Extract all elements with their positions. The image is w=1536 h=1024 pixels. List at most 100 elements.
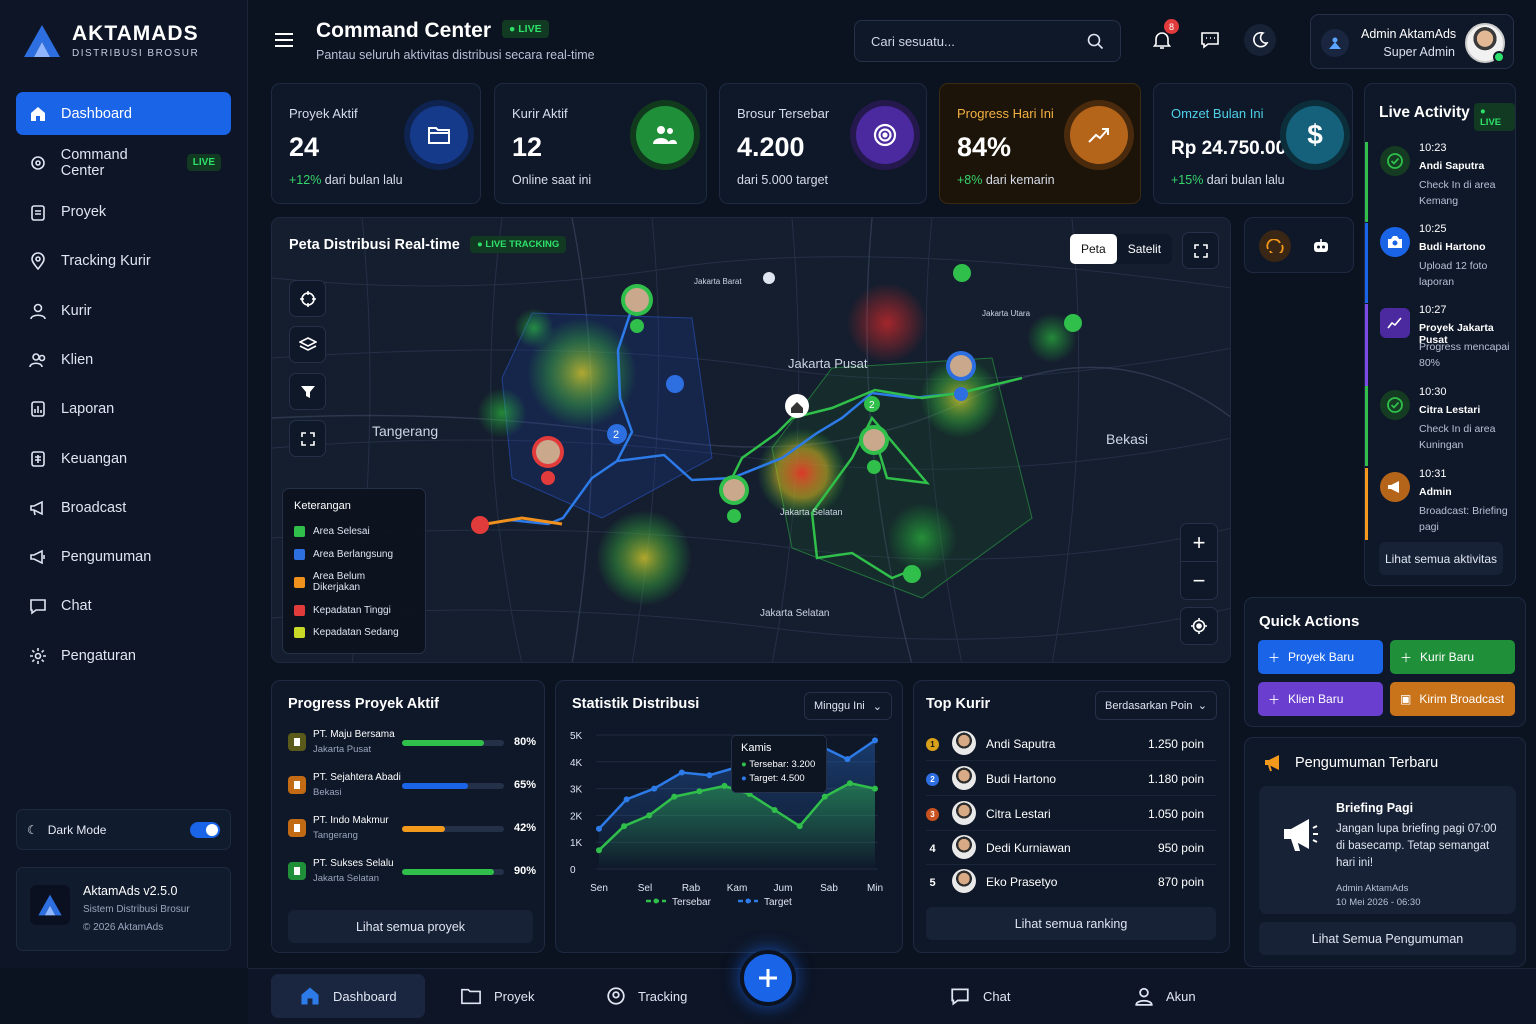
- fit-bounds-button[interactable]: [289, 420, 326, 457]
- data-point[interactable]: [623, 796, 630, 803]
- bottom-nav-chat[interactable]: Chat: [921, 974, 1038, 1018]
- sidebar-item-broadcast[interactable]: Broadcast: [16, 486, 231, 529]
- sidebar-item-command-center[interactable]: Command Center LIVE: [16, 141, 231, 184]
- project-row[interactable]: PT. Sukses Selalu Jakarta Selatan 90%: [288, 858, 536, 898]
- activity-item[interactable]: 10:23 Andi Saputra Check In di area Kema…: [1365, 142, 1517, 222]
- data-point[interactable]: [844, 756, 851, 763]
- zoom-in-button[interactable]: +: [1181, 524, 1217, 562]
- view-all-ranking-button[interactable]: Lihat semua ranking: [926, 907, 1216, 940]
- distribution-map[interactable]: Tangerang Jakarta Pusat Bekasi Jakarta B…: [271, 217, 1231, 663]
- sidebar-item-pengumuman[interactable]: Pengumuman: [16, 536, 231, 579]
- courier-row[interactable]: 2 Budi Hartono 1.180 poin: [926, 762, 1216, 796]
- command-icon: [28, 153, 48, 173]
- sidebar-item-kurir[interactable]: Kurir: [16, 289, 231, 332]
- legend-item: Area Belum Dikerjakan: [294, 571, 414, 593]
- sidebar-item-chat[interactable]: Chat: [16, 585, 231, 628]
- view-all-projects-button[interactable]: Lihat semua proyek: [288, 910, 533, 943]
- data-point[interactable]: [678, 769, 685, 776]
- project-row[interactable]: PT. Sejahtera Abadi Bekasi 65%: [288, 772, 536, 812]
- quick-actions-panel: Quick Actions ＋ Proyek Baru ＋ Kurir Baru ＋…: [1244, 597, 1526, 727]
- data-point[interactable]: [651, 785, 658, 792]
- sort-select[interactable]: Berdasarkan Poin ⌄: [1095, 691, 1217, 720]
- sidebar-item-klien[interactable]: Klien: [16, 338, 231, 381]
- courier-row[interactable]: 5 Eko Prasetyo 870 poin: [926, 865, 1216, 899]
- announcement-card[interactable]: Briefing Pagi Jangan lupa briefing pagi …: [1259, 786, 1516, 914]
- data-point[interactable]: [596, 825, 602, 832]
- sidebar-item-pengaturan[interactable]: Pengaturan: [16, 634, 231, 677]
- layers-button[interactable]: [289, 326, 326, 363]
- courier-row[interactable]: 3 Citra Lestari 1.050 poin: [926, 797, 1216, 831]
- fullscreen-button[interactable]: [1182, 232, 1219, 269]
- data-point[interactable]: [621, 823, 628, 830]
- data-point[interactable]: [872, 737, 878, 744]
- activity-item[interactable]: 10:30 Citra Lestari Check In di area Kun…: [1365, 386, 1517, 466]
- data-point[interactable]: [706, 772, 713, 779]
- sidebar-item-dashboard[interactable]: Dashboard: [16, 92, 231, 135]
- route-icon[interactable]: [1259, 230, 1291, 262]
- filter-button[interactable]: [289, 373, 326, 410]
- add-button[interactable]: [740, 950, 796, 1006]
- brand-logo[interactable]: AKTAMADS DISTRIBUSI BROSUR: [22, 22, 199, 59]
- view-all-activity-button[interactable]: Lihat semua aktivitas: [1379, 542, 1503, 575]
- bottom-nav-tracking[interactable]: Tracking: [578, 974, 715, 1018]
- bottom-nav-akun[interactable]: Akun: [1106, 974, 1224, 1018]
- data-point[interactable]: [771, 807, 778, 814]
- stat-card-brosur-tersebar[interactable]: Brosur Tersebar 4.200 dari 5.000 target: [719, 83, 927, 204]
- data-point[interactable]: [846, 780, 853, 787]
- zoom-out-button[interactable]: −: [1181, 562, 1217, 600]
- stat-card-omzet-bulan-ini[interactable]: Omzet Bulan Ini Rp 24.750.000 +15% dari …: [1153, 83, 1353, 204]
- robot-icon[interactable]: [1305, 230, 1337, 262]
- period-select[interactable]: Minggu Ini ⌄: [804, 692, 892, 720]
- data-point[interactable]: [596, 847, 602, 854]
- stat-card-kurir-aktif[interactable]: Kurir Aktif 12 Online saat ini: [494, 83, 707, 204]
- sidebar-item-laporan[interactable]: Laporan: [16, 388, 231, 431]
- send-broadcast-button[interactable]: ▣ Kirim Broadcast: [1390, 682, 1515, 716]
- new-client-button[interactable]: ＋ Klien Baru: [1258, 682, 1383, 716]
- project-row[interactable]: PT. Indo Makmur Tangerang 42%: [288, 815, 536, 855]
- data-point[interactable]: [696, 788, 703, 795]
- activity-item[interactable]: 10:25 Budi Hartono Upload 12 foto lapora…: [1365, 223, 1517, 303]
- notification-button[interactable]: 8: [1146, 19, 1179, 56]
- data-point[interactable]: [821, 793, 828, 800]
- map-title: Peta Distribusi Real-time: [289, 237, 460, 253]
- new-courier-button[interactable]: ＋ Kurir Baru: [1390, 640, 1515, 674]
- view-all-announcements-button[interactable]: Lihat Semua Pengumuman: [1259, 922, 1516, 955]
- locate-button[interactable]: [289, 280, 326, 317]
- my-location-button[interactable]: [1180, 607, 1218, 645]
- data-point[interactable]: [646, 812, 653, 819]
- courier-row[interactable]: 1 Andi Saputra 1.250 poin: [926, 727, 1216, 761]
- sidebar-item-tracking-kurir[interactable]: Tracking Kurir: [16, 240, 231, 283]
- sidebar-item-keuangan[interactable]: Keuangan: [16, 437, 231, 480]
- user-menu[interactable]: Admin AktamAds Super Admin: [1310, 14, 1514, 69]
- sidebar-item-proyek[interactable]: Proyek: [16, 191, 231, 234]
- legend-tersebar: Tersebar: [672, 897, 712, 908]
- live-badge: ● LIVE: [502, 20, 549, 38]
- dark-mode-toggle[interactable]: [190, 821, 220, 838]
- stat-label: Omzet Bulan Ini: [1171, 106, 1264, 121]
- theme-button[interactable]: [1244, 24, 1276, 56]
- progress-fill: [402, 783, 469, 789]
- project-row[interactable]: PT. Maju Bersama Jakarta Pusat 80%: [288, 729, 536, 769]
- data-point[interactable]: [796, 823, 803, 830]
- sidebar-item-label: Kurir: [61, 302, 92, 319]
- courier-row[interactable]: 4 Dedi Kurniawan 950 poin: [926, 831, 1216, 865]
- search-input[interactable]: Cari sesuatu...: [854, 20, 1121, 62]
- activity-item[interactable]: 10:27 Proyek Jakarta Pusat Progress menc…: [1365, 304, 1517, 386]
- stat-card-progress-hari-ini[interactable]: Progress Hari Ini 84% +8% dari kemarin: [939, 83, 1141, 204]
- bottom-nav-dashboard[interactable]: Dashboard: [271, 974, 425, 1018]
- bottom-nav-proyek[interactable]: Proyek: [432, 974, 562, 1018]
- stat-card-proyek-aktif[interactable]: Proyek Aktif 24 +12% dari bulan lalu: [271, 83, 481, 204]
- activity-item[interactable]: 10:31 Admin Broadcast: Briefing pagi: [1365, 468, 1517, 540]
- crosshair-icon: [299, 290, 316, 307]
- tab-satelit[interactable]: Satelit: [1117, 234, 1172, 264]
- project-name: PT. Maju Bersama: [313, 729, 395, 740]
- messages-button[interactable]: [1194, 24, 1226, 56]
- tab-peta[interactable]: Peta: [1070, 234, 1117, 264]
- menu-icon[interactable]: [274, 32, 294, 53]
- new-project-button[interactable]: ＋ Proyek Baru: [1258, 640, 1383, 674]
- data-point[interactable]: [872, 785, 878, 792]
- data-point[interactable]: [721, 782, 728, 789]
- sidebar-item-label: Chat: [61, 598, 92, 615]
- line-chart[interactable]: 0 1K 2K 3K 4K 5K Sen Sel Rab Kam Jum Sab Min Terseb…: [556, 727, 904, 947]
- data-point[interactable]: [671, 793, 678, 800]
